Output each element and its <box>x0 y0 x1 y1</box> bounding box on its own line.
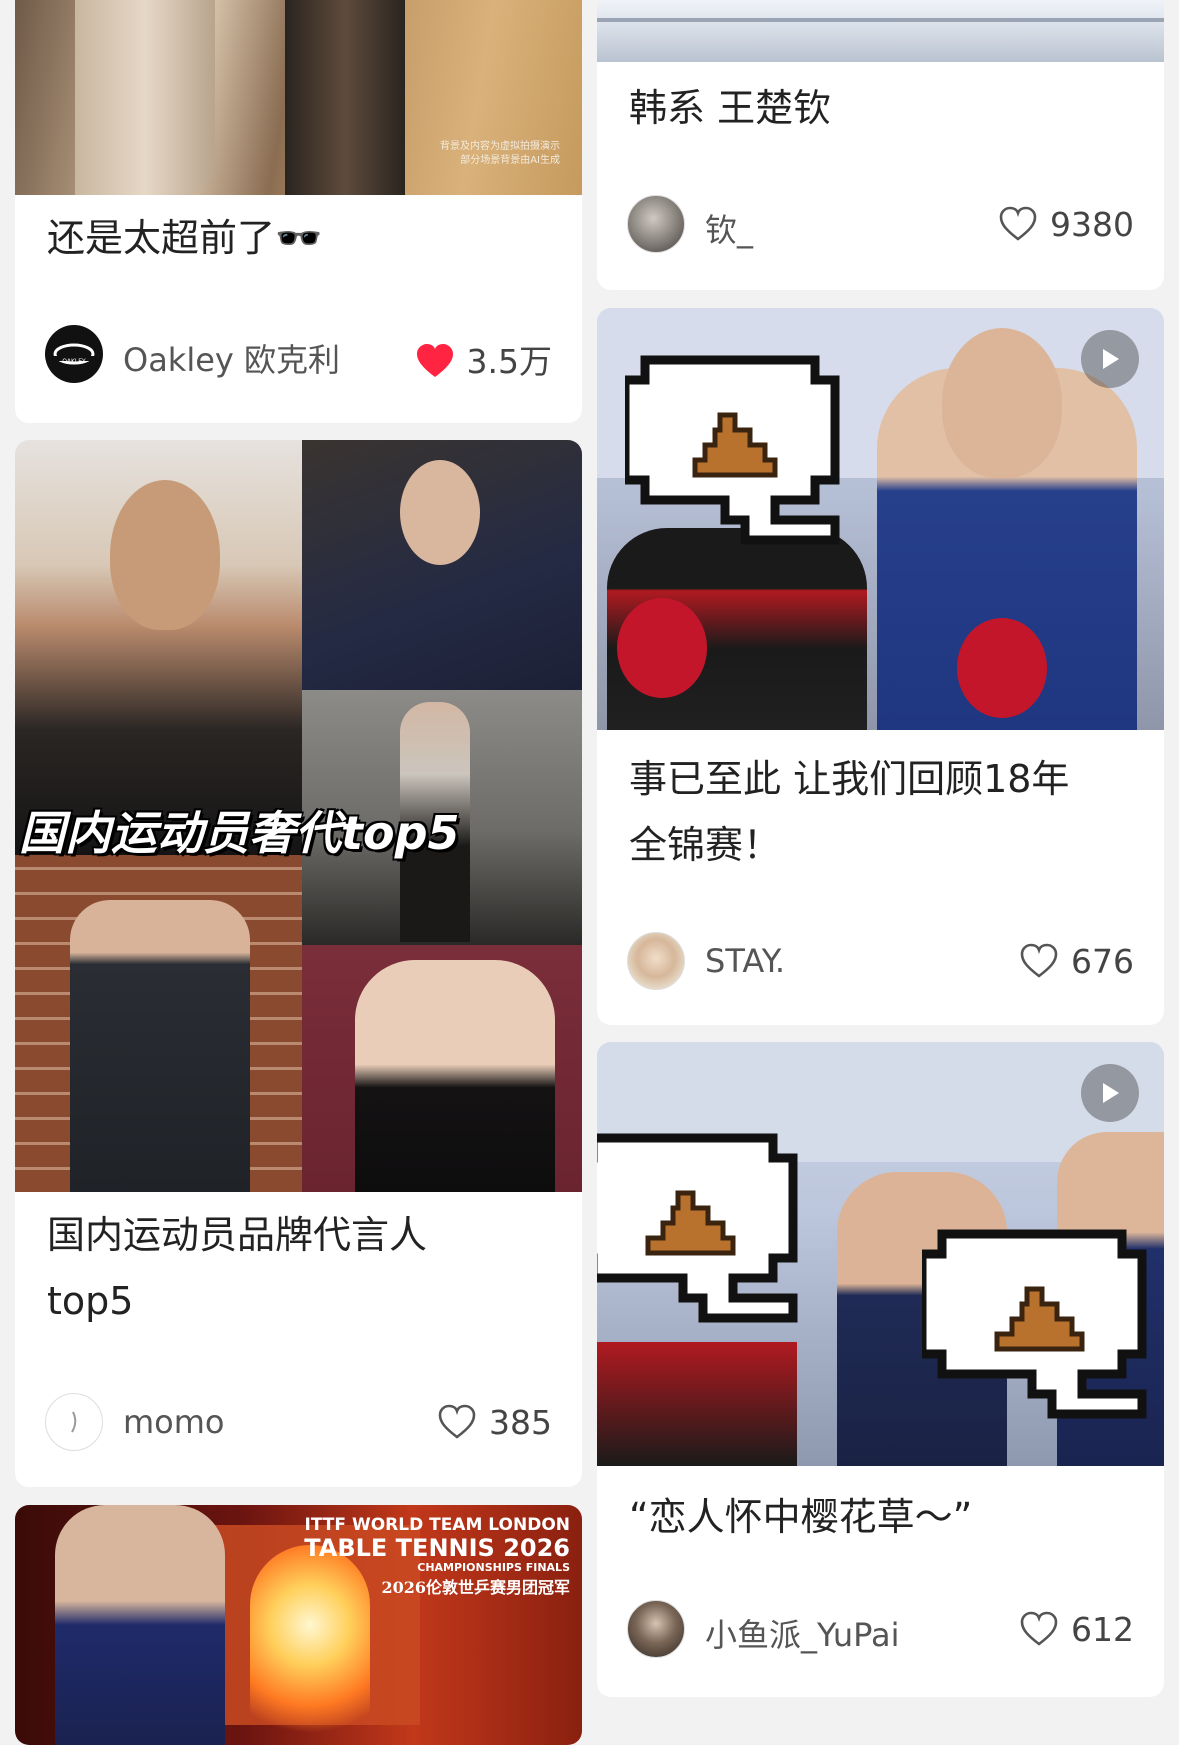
author-avatar[interactable] <box>45 1393 103 1451</box>
feed-card-stay[interactable]: 事已至此 让我们回顾18年 全锦赛！ STAY. 676 <box>597 308 1164 1025</box>
card-cover-image[interactable]: ITTF WORLD TEAM LONDON TABLE TENNIS 2026… <box>15 1505 582 1745</box>
author-avatar[interactable] <box>627 932 685 990</box>
card-cover-image[interactable] <box>597 0 1164 62</box>
heart-outline-icon <box>998 206 1038 250</box>
author-name[interactable]: STAY. <box>705 942 785 980</box>
heart-outline-icon <box>437 1404 477 1448</box>
like-count: 612 <box>1071 1610 1134 1649</box>
poop-sticker-icon <box>597 1128 813 1332</box>
feed-card-momo[interactable]: 国内运动员奢代top5 国内运动员品牌代言人 top5 momo 385 <box>15 440 582 1487</box>
card-cover-image[interactable] <box>597 1042 1164 1466</box>
heart-outline-icon <box>1019 1611 1059 1655</box>
card-title: “恋人怀中樱花草～” <box>629 1495 973 1539</box>
card-cover-image[interactable]: 背景及内容为虚拟拍摄演示 部分场景背景由AI生成 <box>15 0 582 195</box>
card-title: 韩系 王楚钦 <box>629 86 832 130</box>
feed-card-oakley[interactable]: 背景及内容为虚拟拍摄演示 部分场景背景由AI生成 还是太超前了🕶️ OAKLEY… <box>15 0 582 423</box>
like-button[interactable]: 385 <box>437 1403 552 1448</box>
card-title: 国内运动员品牌代言人 top5 <box>47 1202 558 1334</box>
like-button[interactable]: 9380 <box>998 205 1134 250</box>
author-name[interactable]: Oakley 欧克利 <box>123 335 340 381</box>
video-play-icon[interactable] <box>1081 330 1139 388</box>
card-title: 还是太超前了🕶️ <box>47 216 323 260</box>
like-button[interactable]: 612 <box>1019 1610 1134 1655</box>
author-name[interactable]: momo <box>123 1403 225 1441</box>
feed-card-yupai[interactable]: “恋人怀中樱花草～” 小鱼派_YuPai 612 <box>597 1042 1164 1697</box>
image-caption: 背景及内容为虚拟拍摄演示 部分场景背景由AI生成 <box>440 141 560 166</box>
feed-card-ittf[interactable]: ITTF WORLD TEAM LONDON TABLE TENNIS 2026… <box>15 1505 582 1745</box>
heart-outline-icon <box>1019 943 1059 987</box>
svg-text:OAKLEY: OAKLEY <box>62 358 86 365</box>
author-avatar[interactable]: OAKLEY <box>45 325 103 383</box>
image-overlay-text: 国内运动员奢代top5 <box>19 806 460 860</box>
card-title-line: 全锦赛！ <box>629 823 782 867</box>
video-play-icon[interactable] <box>1081 1064 1139 1122</box>
like-count: 3.5万 <box>466 342 552 381</box>
like-count: 9380 <box>1050 205 1134 244</box>
image-overlay-text: ITTF WORLD TEAM LONDON TABLE TENNIS 2026… <box>304 1515 570 1597</box>
author-avatar[interactable] <box>627 195 685 253</box>
like-count: 676 <box>1071 942 1134 981</box>
card-cover-image[interactable] <box>597 308 1164 730</box>
like-button[interactable]: 3.5万 <box>415 335 552 387</box>
like-count: 385 <box>489 1403 552 1442</box>
author-name[interactable]: 钦_ <box>705 205 753 251</box>
card-title-line: 国内运动员品牌代言人 <box>47 1213 428 1257</box>
heart-filled-icon <box>415 343 455 387</box>
author-avatar[interactable] <box>627 1600 685 1658</box>
poop-sticker-icon <box>620 350 855 564</box>
card-title-line: top5 <box>47 1279 134 1323</box>
feed-card-wangchuqin[interactable]: 韩系 王楚钦 钦_ 9380 <box>597 0 1164 290</box>
author-name[interactable]: 小鱼派_YuPai <box>705 1610 900 1656</box>
poop-sticker-icon <box>917 1224 1162 1438</box>
card-cover-image[interactable]: 国内运动员奢代top5 <box>15 440 582 1192</box>
card-title-line: 事已至此 让我们回顾18年 <box>629 757 1070 801</box>
like-button[interactable]: 676 <box>1019 942 1134 987</box>
card-title: 事已至此 让我们回顾18年 全锦赛！ <box>629 746 1140 878</box>
